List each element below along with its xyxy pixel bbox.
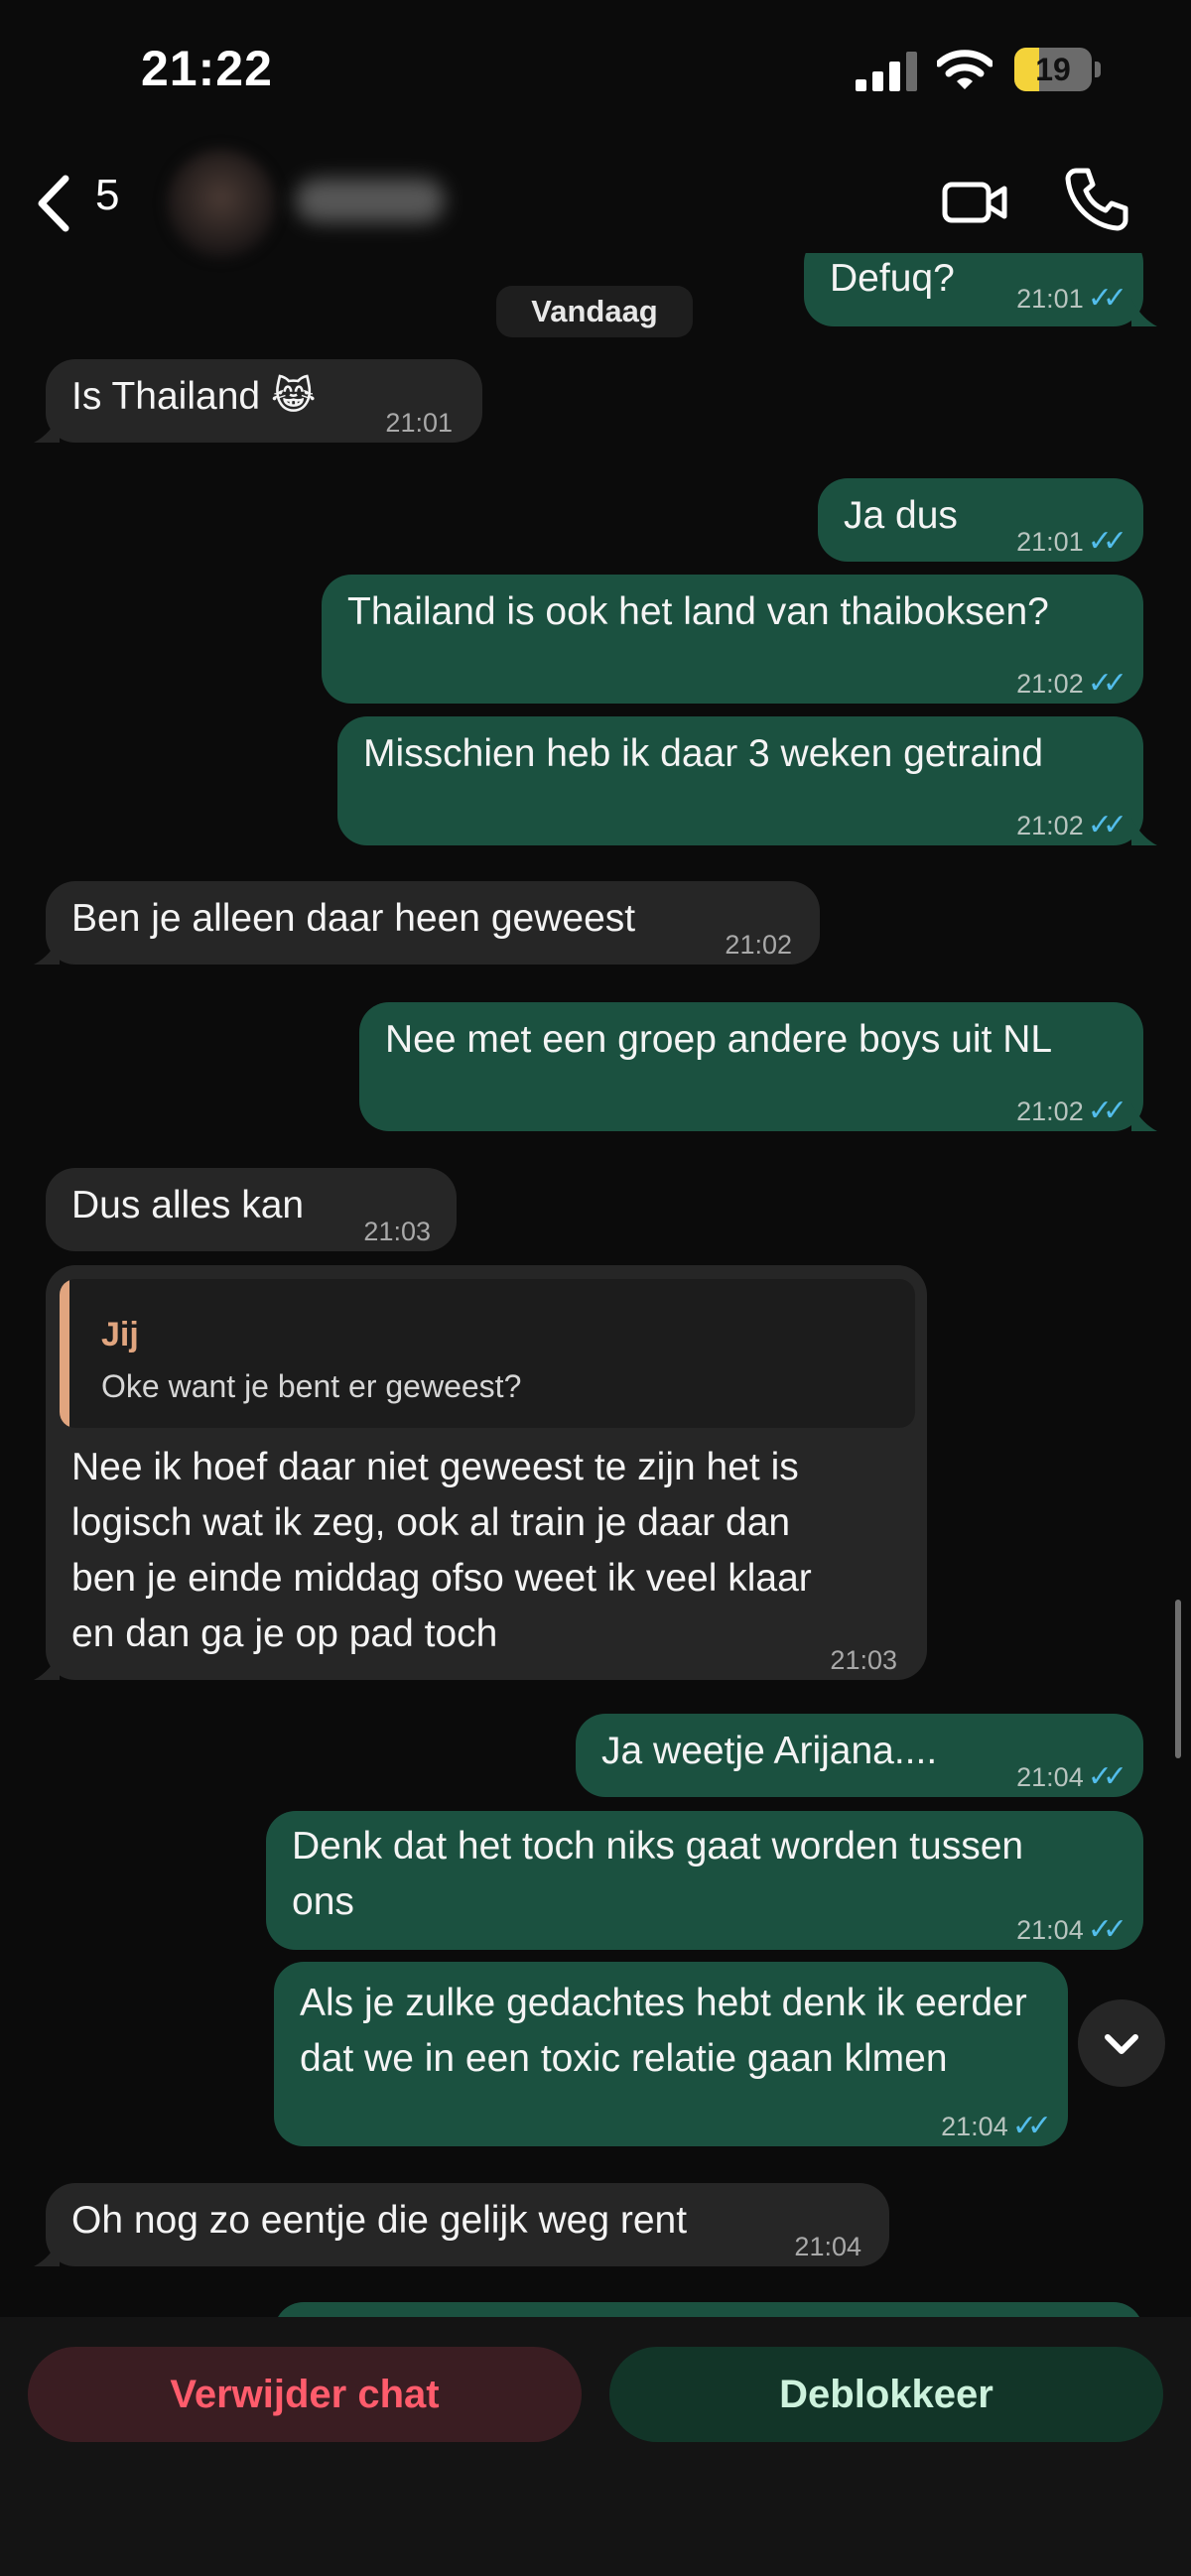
- message-time: 21:04 ✓✓: [1016, 1760, 1127, 1793]
- video-call-icon[interactable]: [939, 167, 1010, 238]
- message-text: Dus alles kan: [71, 1184, 305, 1226]
- read-receipt-icon: ✓✓: [1011, 2110, 1052, 2142]
- bubble-tail: [34, 1652, 60, 1680]
- message-outgoing[interactable]: Misschien heb ik daar 3 weken getraind 2…: [337, 716, 1143, 845]
- message-text-line: Nee ik hoef daar niet geweest te zijn he…: [71, 1446, 799, 1488]
- message-text-line: Denk dat het toch niks gaat worden tusse…: [292, 1825, 1024, 1868]
- status-bar: 21:22 19: [0, 0, 1191, 149]
- scrollbar[interactable]: [1175, 1600, 1181, 1758]
- read-receipt-icon: ✓✓: [1087, 1095, 1127, 1127]
- message-text: Oh nog zo eentje die gelijk weg rent: [71, 2199, 688, 2242]
- bubble-tail: [34, 937, 60, 965]
- message-time: 21:02: [725, 930, 792, 960]
- message-text: Ja weetje Arijana....: [601, 1730, 938, 1772]
- signal-icon: [856, 52, 917, 91]
- message-outgoing[interactable]: Thailand is ook het land van thaiboksen?…: [322, 575, 1143, 704]
- unread-count[interactable]: 5: [95, 171, 119, 220]
- bubble-tail: [1131, 299, 1157, 326]
- message-outgoing[interactable]: Ja weetje Arijana.... 21:04 ✓✓: [576, 1714, 1143, 1797]
- message-outgoing[interactable]: Nee met een groep andere boys uit NL 21:…: [359, 1002, 1143, 1131]
- read-receipt-icon: ✓✓: [1087, 809, 1127, 841]
- phone-icon[interactable]: [1062, 163, 1133, 234]
- message-outgoing[interactable]: Als je zulke gedachtes hebt denk ik eerd…: [274, 1962, 1068, 2146]
- message-text: Defuq?: [830, 257, 955, 300]
- quote-text: Oke want je bent er geweest?: [101, 1368, 522, 1404]
- message-outgoing[interactable]: Denk dat het toch niks gaat worden tusse…: [266, 1811, 1143, 1950]
- message-time: 21:01 ✓✓: [1016, 282, 1127, 315]
- bubble-tail: [1131, 818, 1157, 845]
- quoted-message[interactable]: Jij Oke want je bent er geweest?: [60, 1279, 915, 1428]
- chevron-down-icon: [1105, 2034, 1138, 2054]
- bubble-tail: [1131, 1103, 1157, 1131]
- message-incoming-reply[interactable]: Jij Oke want je bent er geweest? Nee ik …: [46, 1265, 927, 1680]
- message-outgoing-partial[interactable]: [274, 2302, 1143, 2317]
- message-text-line: logisch wat ik zeg, ook al train je daar…: [71, 1501, 791, 1544]
- message-text-line: ben je einde middag ofso weet ik veel kl…: [71, 1557, 812, 1600]
- message-text-line: en dan ga je op pad toch: [71, 1612, 498, 1655]
- back-chevron-icon[interactable]: [30, 169, 79, 238]
- message-text-line: ons: [292, 1880, 354, 1923]
- read-receipt-icon: ✓✓: [1087, 667, 1127, 700]
- message-text: Is Thailand 😹: [71, 375, 317, 418]
- message-incoming[interactable]: Dus alles kan 21:03: [46, 1168, 457, 1251]
- message-time: 21:03: [363, 1217, 431, 1246]
- message-text: Nee met een groep andere boys uit NL: [385, 1018, 1053, 1061]
- message-time: 21:01: [385, 408, 453, 438]
- blocked-contact-actions: Verwijder chat Deblokkeer: [0, 2317, 1191, 2576]
- read-receipt-icon: ✓✓: [1087, 1760, 1127, 1793]
- message-time: 21:02 ✓✓: [1016, 809, 1127, 841]
- message-incoming[interactable]: Oh nog zo eentje die gelijk weg rent 21:…: [46, 2183, 889, 2266]
- status-time: 21:22: [141, 41, 273, 96]
- read-receipt-icon: ✓✓: [1087, 1913, 1127, 1946]
- avatar[interactable]: [167, 149, 276, 258]
- message-text: Misschien heb ik daar 3 weken getraind: [363, 732, 1044, 775]
- date-separator: Vandaag: [496, 286, 693, 337]
- message-text-line: dat we in een toxic relatie gaan klmen: [300, 2037, 948, 2080]
- message-time: 21:02 ✓✓: [1016, 667, 1127, 700]
- message-text: Thailand is ook het land van thaiboksen?: [347, 590, 1049, 633]
- chat-header: 5: [0, 149, 1191, 258]
- message-incoming[interactable]: Ben je alleen daar heen geweest 21:02: [46, 881, 820, 965]
- read-receipt-icon: ✓✓: [1087, 525, 1127, 558]
- quote-author: Jij: [101, 1316, 139, 1353]
- bubble-tail: [34, 2239, 60, 2266]
- message-outgoing[interactable]: Defuq? 21:01 ✓✓: [804, 253, 1143, 326]
- quote-accent-bar: [60, 1279, 69, 1428]
- message-time: 21:03: [830, 1645, 897, 1675]
- scroll-to-bottom-button[interactable]: [1078, 1999, 1165, 2087]
- battery-percentage: 19: [1035, 52, 1071, 87]
- message-outgoing[interactable]: Ja dus 21:01 ✓✓: [818, 478, 1143, 562]
- unblock-button[interactable]: Deblokkeer: [609, 2347, 1163, 2442]
- message-time: 21:04 ✓✓: [941, 2110, 1052, 2142]
- message-text: Ben je alleen daar heen geweest: [71, 897, 636, 940]
- read-receipt-icon: ✓✓: [1087, 282, 1127, 315]
- message-text-line: Als je zulke gedachtes hebt denk ik eerd…: [300, 1982, 1027, 2024]
- message-time: 21:04 ✓✓: [1016, 1913, 1127, 1946]
- message-time: 21:04: [794, 2232, 861, 2261]
- delete-chat-button[interactable]: Verwijder chat: [28, 2347, 582, 2442]
- message-text: Ja dus: [844, 494, 958, 537]
- wifi-icon: [937, 50, 992, 89]
- battery-icon: 19: [1014, 48, 1104, 91]
- message-time: 21:02 ✓✓: [1016, 1095, 1127, 1127]
- message-list[interactable]: Defuq? 21:01 ✓✓ Vandaag Is Thailand 😹 21:…: [0, 253, 1191, 2317]
- message-incoming[interactable]: Is Thailand 😹 21:01: [46, 359, 482, 443]
- contact-name-redacted[interactable]: [296, 179, 445, 222]
- message-time: 21:01 ✓✓: [1016, 525, 1127, 558]
- bubble-tail: [34, 415, 60, 443]
